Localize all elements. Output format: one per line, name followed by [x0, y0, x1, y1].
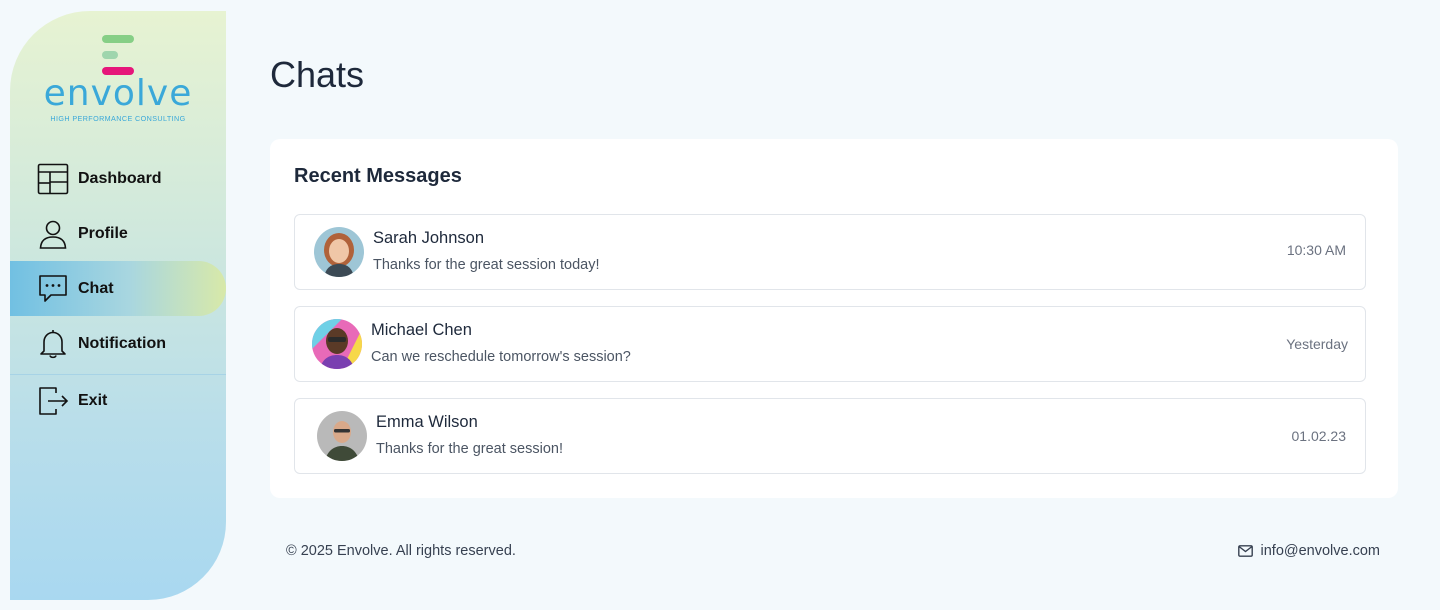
sidebar-item-notification[interactable]: Notification — [10, 316, 226, 371]
brand-logo[interactable]: envolve HIGH PERFORMANCE CONSULTING — [10, 33, 226, 133]
brand-name: envolve — [43, 73, 193, 114]
sidebar-item-label: Chat — [78, 279, 114, 297]
footer-email-link[interactable]: info@envolve.com — [1237, 543, 1381, 559]
sender-name: Michael Chen — [371, 321, 472, 339]
sender-name: Emma Wilson — [376, 413, 478, 431]
bell-icon — [37, 328, 69, 360]
sidebar-item-dashboard[interactable]: Dashboard — [10, 151, 226, 206]
footer-email: info@envolve.com — [1260, 543, 1381, 559]
sidebar-item-profile[interactable]: Profile — [10, 206, 226, 261]
sidebar-item-label: Profile — [78, 224, 128, 242]
message-preview: Thanks for the great session today! — [373, 257, 600, 273]
sidebar-nav: Dashboard Profile Chat Notification Exit — [10, 151, 226, 427]
dashboard-icon — [37, 163, 69, 195]
exit-icon — [37, 385, 69, 417]
list-item[interactable]: Michael Chen Can we reschedule tomorrow'… — [294, 306, 1366, 382]
card-title: Recent Messages — [294, 165, 462, 187]
avatar — [312, 319, 362, 369]
footer-copyright: © 2025 Envolve. All rights reserved. — [286, 543, 516, 559]
message-preview: Thanks for the great session! — [376, 441, 563, 457]
list-item[interactable]: Emma Wilson Thanks for the great session… — [294, 398, 1366, 474]
message-time: 10:30 AM — [1286, 242, 1346, 258]
sidebar-item-label: Notification — [78, 334, 166, 352]
mail-icon — [1237, 545, 1253, 557]
sidebar-item-label: Dashboard — [78, 169, 162, 187]
sender-name: Sarah Johnson — [373, 229, 484, 247]
logo-mark-icon — [102, 35, 136, 75]
chat-bubble-icon — [37, 273, 69, 305]
sidebar-item-chat[interactable]: Chat — [10, 261, 226, 316]
page-title: Chats — [270, 54, 365, 95]
recent-messages-card: Recent Messages Sarah Johnson Thanks for… — [270, 139, 1398, 498]
sidebar: envolve HIGH PERFORMANCE CONSULTING Dash… — [10, 11, 226, 600]
user-icon — [37, 218, 69, 250]
list-item[interactable]: Sarah Johnson Thanks for the great sessi… — [294, 214, 1366, 290]
message-time: Yesterday — [1286, 336, 1348, 352]
brand-tagline: HIGH PERFORMANCE CONSULTING — [50, 114, 186, 123]
avatar — [314, 227, 364, 277]
sidebar-item-exit[interactable]: Exit — [10, 375, 226, 427]
avatar — [317, 411, 367, 461]
message-preview: Can we reschedule tomorrow's session? — [371, 349, 631, 365]
message-time: 01.02.23 — [1291, 428, 1347, 444]
sidebar-item-label: Exit — [78, 392, 108, 409]
